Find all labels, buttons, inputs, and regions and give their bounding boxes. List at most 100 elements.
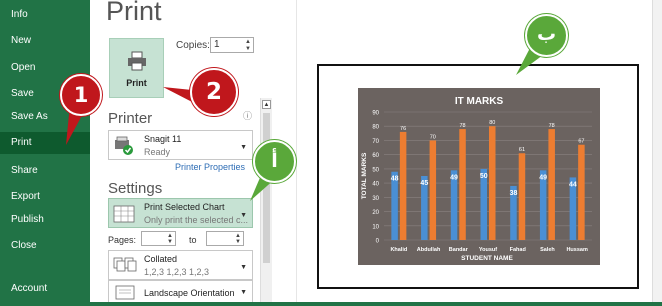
- x-tick-label: Saleh: [540, 247, 555, 253]
- printer-icon: [128, 51, 146, 71]
- print-button[interactable]: Print: [109, 38, 164, 98]
- bar: [548, 129, 555, 240]
- copies-value: 1: [214, 39, 220, 50]
- bar: [399, 131, 407, 240]
- y-tick-label: 80: [372, 125, 379, 131]
- pages-to-input[interactable]: ▲ ▼: [206, 231, 244, 246]
- bar-chart: 0 10 20 30 40 50 60 70 80 90 IT MARKS STUDENT NAME T…: [361, 96, 592, 262]
- collated-pages-icon: [113, 257, 137, 272]
- status-bar-strip: [90, 302, 662, 306]
- callout-2: 2: [190, 68, 238, 116]
- printer-dropdown[interactable]: Snagit 11 Ready ▼: [108, 130, 253, 160]
- print-button-label: Print: [126, 78, 147, 88]
- callout-1: 1: [60, 74, 102, 116]
- nav-item-share[interactable]: Share: [0, 160, 90, 182]
- panel-divider: [296, 0, 297, 306]
- y-tick-label: 20: [372, 210, 379, 216]
- copies-label: Copies:: [176, 40, 210, 51]
- data-label: 49: [450, 174, 458, 181]
- orientation-dropdown[interactable]: Landscape Orientation ▼: [108, 280, 253, 304]
- orientation-title: Landscape Orientation: [144, 288, 235, 298]
- nav-item-print[interactable]: Print: [0, 132, 90, 154]
- x-axis-label: STUDENT NAME: [461, 255, 513, 262]
- pages-label: Pages:: [108, 235, 137, 245]
- preview-scrollbar[interactable]: [652, 0, 662, 306]
- y-axis-label: TOTAL MARKS: [361, 152, 368, 199]
- data-label: 38: [510, 190, 518, 197]
- nav-item-account[interactable]: Account: [0, 278, 90, 300]
- y-tick-label: 90: [372, 111, 379, 117]
- y-tick-label: 50: [372, 167, 379, 173]
- printer-status: Ready: [144, 147, 171, 157]
- y-tick-label: 0: [376, 239, 380, 245]
- x-tick-label: Yousuf: [479, 247, 497, 253]
- printer-properties-link[interactable]: Printer Properties: [175, 162, 245, 172]
- scroll-up-icon[interactable]: ▲: [262, 100, 271, 109]
- chart-area: 0 10 20 30 40 50 60 70 80 90 IT MARKS STUDENT NAME T…: [358, 88, 600, 265]
- landscape-page-icon: [115, 285, 135, 300]
- data-label: 70: [430, 134, 436, 140]
- spin-up-icon[interactable]: ▲: [245, 39, 251, 45]
- data-label: 44: [569, 181, 577, 188]
- data-label: 76: [400, 126, 406, 132]
- nav-item-close[interactable]: Close: [0, 235, 90, 257]
- chevron-down-icon: ▼: [240, 212, 247, 219]
- x-tick-label: Bandar: [449, 247, 469, 253]
- grid-icon: [113, 205, 135, 223]
- chart-title: IT MARKS: [455, 96, 504, 107]
- settings-scrollbar[interactable]: ▲: [260, 98, 272, 306]
- print-what-dropdown[interactable]: Print Selected Chart Only print the sele…: [108, 198, 253, 228]
- pages-to-label: to: [189, 235, 197, 245]
- data-label: 61: [519, 147, 525, 153]
- callout-alef: أ: [253, 140, 296, 183]
- copies-input[interactable]: 1 ▲ ▼: [210, 37, 254, 53]
- backstage-nav: Info New Open Save Save As Print Share Export Pu…: [0, 0, 90, 306]
- spin-down-icon[interactable]: ▼: [167, 239, 173, 245]
- print-what-subtitle: Only print the selected c...: [144, 215, 249, 225]
- x-tick-label: Khalid: [390, 247, 407, 253]
- nav-item-export[interactable]: Export: [0, 186, 90, 208]
- callout-beh: ب: [525, 14, 568, 57]
- data-label: 49: [539, 174, 547, 181]
- data-label: 45: [420, 180, 428, 187]
- spin-down-icon[interactable]: ▼: [245, 46, 251, 52]
- data-label: 50: [480, 173, 488, 180]
- bar: [459, 129, 466, 240]
- y-tick-label: 70: [372, 139, 379, 145]
- x-tick-label: Hussam: [566, 247, 588, 253]
- scrollbar-thumb[interactable]: [263, 113, 270, 263]
- bar: [489, 126, 496, 240]
- printer-status-icon: [115, 136, 133, 155]
- nav-item-new[interactable]: New: [0, 30, 90, 52]
- data-label: 78: [459, 123, 465, 129]
- pages-from-input[interactable]: ▲ ▼: [141, 231, 176, 246]
- y-tick-label: 40: [372, 182, 379, 188]
- bar: [429, 140, 437, 240]
- y-tick-label: 30: [372, 196, 379, 202]
- chevron-down-icon: ▼: [240, 144, 247, 151]
- bar: [518, 153, 526, 240]
- x-tick-label: Fahad: [510, 247, 526, 253]
- nav-item-info[interactable]: Info: [0, 4, 90, 26]
- data-label: 78: [549, 123, 555, 129]
- printer-heading: Printer: [108, 110, 153, 127]
- collation-title: Collated: [144, 254, 178, 264]
- data-label: 67: [578, 139, 584, 145]
- bar: [578, 144, 585, 240]
- data-label: 80: [489, 120, 495, 126]
- print-what-title: Print Selected Chart: [144, 202, 225, 212]
- chevron-down-icon: ▼: [240, 289, 247, 296]
- settings-heading: Settings: [108, 180, 163, 197]
- x-tick-label: Abdullah: [417, 247, 441, 253]
- spin-down-icon[interactable]: ▼: [235, 239, 241, 245]
- y-tick-label: 10: [372, 224, 379, 230]
- page-title: Print: [106, 0, 162, 26]
- info-icon[interactable]: ⓘ: [243, 109, 252, 122]
- y-tick-label: 60: [372, 153, 379, 159]
- collation-subtitle: 1,2,3 1,2,3 1,2,3: [144, 267, 210, 277]
- data-label: 48: [391, 176, 399, 183]
- collation-dropdown[interactable]: Collated 1,2,3 1,2,3 1,2,3 ▼: [108, 250, 253, 280]
- chevron-down-icon: ▼: [240, 264, 247, 271]
- printer-name: Snagit 11: [144, 134, 182, 144]
- nav-item-publish[interactable]: Publish: [0, 209, 90, 231]
